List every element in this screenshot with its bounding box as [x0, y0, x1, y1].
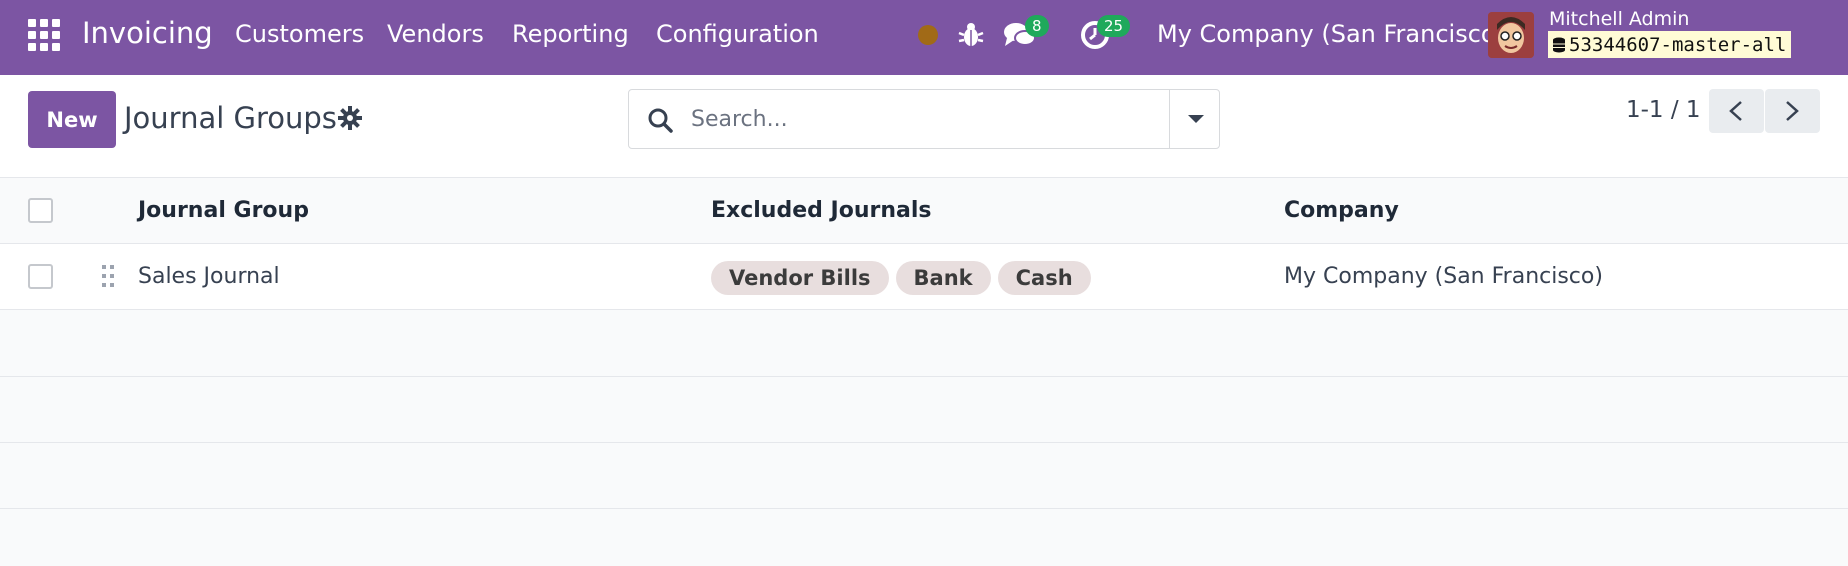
database-tag: 53344607-master-all	[1548, 31, 1792, 58]
pager-value[interactable]: 1-1 / 1	[1626, 97, 1701, 123]
drag-handle-icon[interactable]	[101, 264, 115, 292]
search-bar	[628, 89, 1220, 149]
user-name[interactable]: Mitchell Admin	[1549, 8, 1689, 30]
excluded-journals-cell[interactable]: Vendor Bills Bank Cash	[711, 261, 1091, 295]
tag-vendor-bills[interactable]: Vendor Bills	[711, 261, 889, 295]
chevron-right-icon	[1786, 101, 1799, 121]
control-panel: New Journal Groups 1-1 / 1	[0, 75, 1848, 178]
search-options-dropdown-toggle[interactable]	[1169, 90, 1219, 148]
debug-bug-icon[interactable]	[958, 21, 984, 53]
column-header-journal-group[interactable]: Journal Group	[138, 198, 309, 223]
search-input[interactable]	[691, 102, 1131, 136]
chevron-left-icon	[1729, 101, 1742, 121]
top-navbar: Invoicing Customers Vendors Reporting Co…	[0, 0, 1848, 75]
app-name[interactable]: Invoicing	[82, 16, 213, 50]
menu-configuration[interactable]: Configuration	[656, 20, 819, 48]
messages-count-badge: 8	[1025, 15, 1049, 37]
menu-reporting[interactable]: Reporting	[512, 20, 629, 48]
row-select-checkbox[interactable]	[28, 264, 53, 289]
empty-row	[0, 377, 1848, 443]
company-cell[interactable]: My Company (San Francisco)	[1284, 264, 1603, 289]
new-button[interactable]: New	[28, 91, 116, 148]
search-icon	[647, 107, 673, 137]
page-title: Journal Groups	[124, 101, 337, 135]
column-header-company[interactable]: Company	[1284, 198, 1399, 223]
database-name: 53344607-master-all	[1569, 33, 1787, 56]
tag-bank[interactable]: Bank	[895, 261, 991, 295]
gear-icon[interactable]	[338, 106, 362, 134]
empty-row	[0, 443, 1848, 509]
column-header-excluded-journals[interactable]: Excluded Journals	[711, 198, 932, 223]
list-header: Journal Group Excluded Journals Company	[0, 178, 1848, 244]
user-avatar[interactable]	[1488, 12, 1534, 58]
tag-cash[interactable]: Cash	[997, 261, 1091, 295]
pager-previous-button[interactable]	[1709, 89, 1764, 133]
apps-menu-icon[interactable]	[28, 19, 62, 53]
select-all-checkbox[interactable]	[28, 198, 53, 223]
company-switcher[interactable]: My Company (San Francisco)	[1157, 20, 1505, 48]
table-row[interactable]: Sales Journal Vendor Bills Bank Cash My …	[0, 244, 1848, 310]
empty-row	[0, 311, 1848, 377]
menu-vendors[interactable]: Vendors	[387, 20, 484, 48]
activities-count-badge: 25	[1097, 15, 1131, 37]
journal-group-cell[interactable]: Sales Journal	[138, 264, 280, 289]
menu-customers[interactable]: Customers	[235, 20, 364, 48]
pager-next-button[interactable]	[1765, 89, 1820, 133]
database-icon	[1553, 37, 1565, 52]
status-dot-icon[interactable]	[917, 24, 939, 50]
